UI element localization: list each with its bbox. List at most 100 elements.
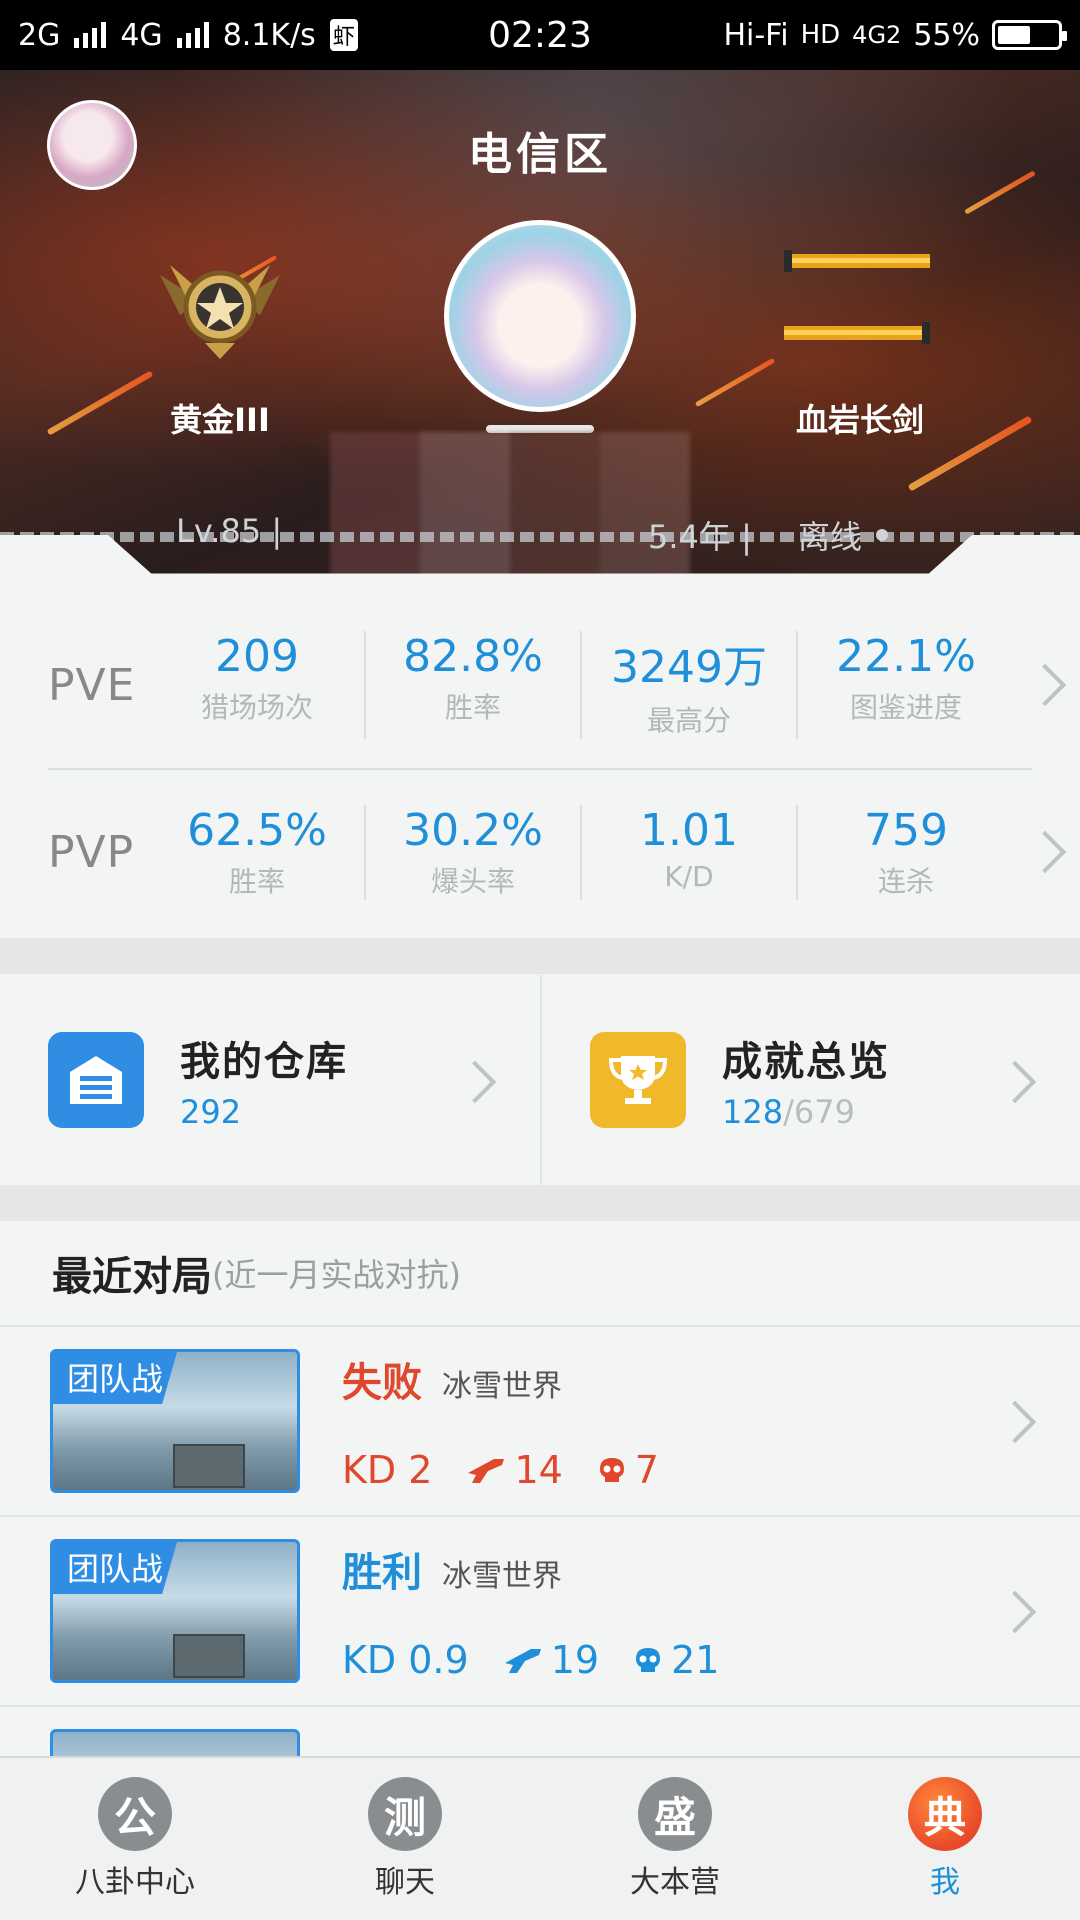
- sword-weapon-icon: [784, 250, 930, 344]
- user-avatar[interactable]: [444, 220, 636, 412]
- stat-label: K/D: [664, 859, 714, 893]
- signal-icon-2: [176, 22, 209, 48]
- tab-label: 聊天: [375, 1865, 435, 1900]
- match-result: 胜利: [342, 1550, 422, 1596]
- match-kd: KD 0.9: [342, 1638, 469, 1682]
- gossip-icon: 公: [98, 1777, 172, 1851]
- achievements-earned: 128: [722, 1093, 784, 1131]
- warehouse-count: 292: [180, 1093, 242, 1131]
- tab-me[interactable]: 典 我: [810, 1758, 1080, 1920]
- skull-icon: [636, 1648, 661, 1672]
- match-map: 冰雪世界: [442, 1559, 562, 1594]
- tab-base-camp[interactable]: 盛 大本营: [540, 1758, 810, 1920]
- battery-icon: [992, 20, 1067, 50]
- pve-stat-hunts: 209 猎场场次: [150, 631, 366, 739]
- pve-stats-row[interactable]: PVE 209 猎场场次 82.8% 胜率 3249万 最高分 22.1% 图鉴…: [0, 605, 1080, 765]
- tab-gossip-center[interactable]: 公 八卦中心: [0, 1758, 270, 1920]
- section-gap: [0, 1185, 1080, 1221]
- pve-stat-highscore: 3249万 最高分: [582, 631, 798, 739]
- trophy-icon: [590, 1032, 686, 1128]
- stat-value: 30.2%: [403, 804, 543, 856]
- server-title[interactable]: 电信区: [0, 118, 1080, 182]
- pvp-stats-row[interactable]: PVP 62.5% 胜率 30.2% 爆头率 1.01 K/D 759 连杀: [0, 772, 1080, 932]
- skull-icon: [599, 1458, 624, 1482]
- gold-rank-emblem-icon: [160, 265, 280, 359]
- rank-label: 黄金III: [170, 401, 270, 439]
- section-gap: [0, 938, 1080, 974]
- achievements-tile[interactable]: 成就总览 128/679: [540, 975, 1080, 1185]
- status-bar: 2G 4G 8.1K/s 虾 02:23 Hi-Fi HD 4G2 55%: [0, 0, 1080, 70]
- stat-label: 最高分: [646, 704, 731, 737]
- match-item[interactable]: 团队战 胜利 冰雪世界 KD 0.9 19 21: [0, 1517, 1080, 1707]
- divider: [48, 768, 1032, 770]
- map-thumbnail-detail: [173, 1444, 245, 1488]
- base-camp-icon: 盛: [638, 1777, 712, 1851]
- signal-icon: [74, 22, 107, 48]
- shortcut-tiles: 我的仓库 292 成就总览 128/679: [0, 975, 1080, 1185]
- stat-value: 759: [864, 804, 948, 856]
- chevron-right-icon: [453, 1060, 497, 1104]
- warehouse-icon: [48, 1032, 144, 1128]
- hd-indicator: HD: [800, 20, 841, 50]
- chevron-right-icon: [993, 1590, 1037, 1634]
- chat-icon: 测: [368, 1777, 442, 1851]
- match-deaths: 7: [634, 1448, 659, 1492]
- chevron-right-icon: [993, 1060, 1037, 1104]
- weapon-label: 血岩长剑: [795, 401, 924, 439]
- chevron-right-icon[interactable]: [1023, 663, 1067, 707]
- stat-label: 图鉴进度: [849, 691, 962, 724]
- stat-value: 1.01: [640, 804, 738, 856]
- match-deaths: 21: [671, 1638, 720, 1682]
- tab-label: 我: [930, 1865, 960, 1900]
- bottom-tab-bar: 公 八卦中心 测 聊天 盛 大本营 典 我: [0, 1756, 1080, 1920]
- stat-label: 爆头率: [430, 864, 515, 898]
- gun-icon: [468, 1459, 505, 1483]
- network-speed: 8.1K/s: [222, 17, 316, 53]
- network-type-3: 4G2: [852, 21, 902, 49]
- warehouse-title: 我的仓库: [180, 1039, 348, 1085]
- map-thumbnail-detail: [173, 1634, 245, 1678]
- map-thumbnail: [50, 1729, 300, 1756]
- chevron-right-icon[interactable]: [1023, 830, 1067, 874]
- match-result: 失败: [342, 1360, 422, 1406]
- pve-tag: PVE: [48, 659, 136, 711]
- tab-chat[interactable]: 测 聊天: [270, 1758, 540, 1920]
- recent-matches-subtitle: (近一月实战对抗): [212, 1256, 461, 1294]
- match-item-partial[interactable]: [0, 1707, 1080, 1756]
- stat-label: 猎场场次: [200, 691, 313, 724]
- stat-value: 22.1%: [836, 631, 976, 682]
- stat-label: 胜率: [228, 864, 285, 898]
- pve-stat-winrate: 82.8% 胜率: [366, 631, 582, 739]
- map-thumbnail: 团队战: [50, 1349, 300, 1493]
- tab-label: 八卦中心: [75, 1865, 195, 1900]
- stat-value: 82.8%: [403, 631, 543, 682]
- stat-value: 3249万: [611, 642, 767, 693]
- stat-value: 209: [215, 631, 299, 682]
- stat-label: 连杀: [877, 864, 934, 898]
- stat-value: 62.5%: [187, 804, 327, 856]
- network-type-2: 4G: [120, 17, 163, 53]
- pvp-stat-kd: 1.01 K/D: [582, 804, 798, 900]
- hifi-indicator: Hi-Fi: [723, 17, 789, 53]
- achievements-title: 成就总览: [722, 1039, 890, 1085]
- network-type-1: 2G: [18, 17, 61, 53]
- gun-icon: [504, 1649, 541, 1673]
- mode-badge: 团队战: [53, 1542, 178, 1594]
- app-notification-icon: 虾: [329, 19, 358, 51]
- recent-matches-title: 最近对局: [52, 1254, 212, 1300]
- map-thumbnail: 团队战: [50, 1539, 300, 1683]
- player-level: Lv.85 |: [176, 512, 283, 550]
- stats-card: PVE 209 猎场场次 82.8% 胜率 3249万 最高分 22.1% 图鉴…: [0, 600, 1080, 938]
- achievements-total: /679: [783, 1093, 855, 1131]
- recent-matches-header: 最近对局 (近一月实战对抗): [0, 1221, 1080, 1327]
- chevron-right-icon: [993, 1400, 1037, 1444]
- stat-label: 胜率: [444, 691, 501, 724]
- pve-stat-codex: 22.1% 图鉴进度: [798, 631, 1014, 739]
- me-icon: 典: [908, 1777, 982, 1851]
- warehouse-tile[interactable]: 我的仓库 292: [0, 975, 540, 1185]
- match-item[interactable]: 团队战 失败 冰雪世界 KD 2 14 7: [0, 1327, 1080, 1517]
- pvp-stat-winrate: 62.5% 胜率: [150, 804, 366, 900]
- tab-label: 大本营: [630, 1865, 720, 1900]
- match-map: 冰雪世界: [442, 1369, 562, 1404]
- recent-matches: 最近对局 (近一月实战对抗) 团队战 失败 冰雪世界 KD 2 14 7 团队战…: [0, 1221, 1080, 1756]
